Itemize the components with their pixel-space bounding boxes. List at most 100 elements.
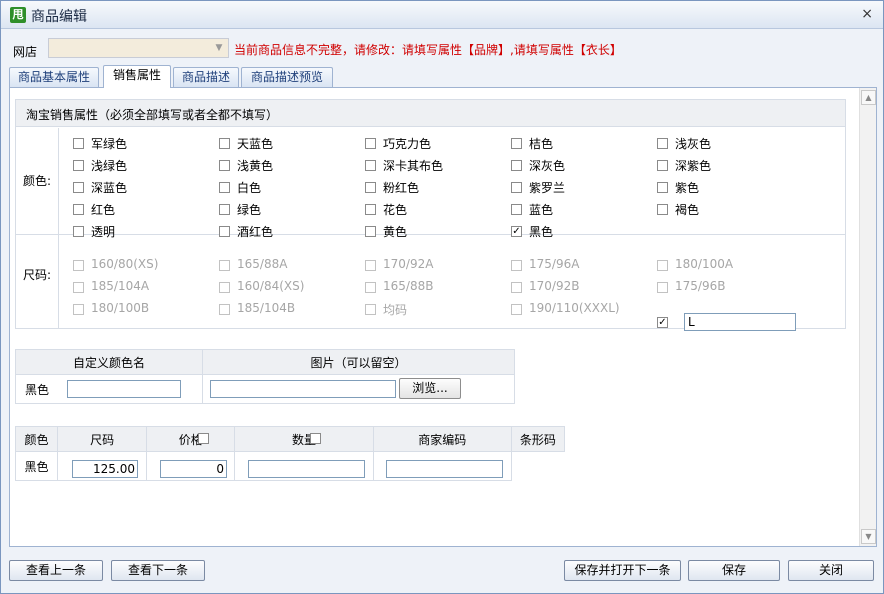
- color-checkbox[interactable]: [511, 182, 522, 193]
- size-option-label: 190/110(XXXL): [529, 301, 620, 315]
- color-checkbox[interactable]: [219, 160, 230, 171]
- app-logo-icon: 甩: [10, 7, 26, 23]
- price-batch-checkbox[interactable]: [198, 433, 209, 444]
- color-checkbox[interactable]: [657, 182, 668, 193]
- shop-select[interactable]: ▼: [48, 38, 229, 58]
- barcode-cell: [510, 451, 565, 481]
- size-checkbox[interactable]: [657, 282, 668, 293]
- merchant-code-input[interactable]: [248, 460, 365, 478]
- tab-basic-attrs[interactable]: 商品基本属性: [9, 67, 99, 87]
- quantity-batch-checkbox[interactable]: [310, 433, 321, 444]
- color-checkbox[interactable]: [219, 138, 230, 149]
- size-option-label: 185/104A: [91, 279, 150, 293]
- size-checkbox[interactable]: [73, 282, 84, 293]
- size-option-label: 180/100A: [675, 257, 734, 271]
- color-checkbox[interactable]: [365, 138, 376, 149]
- color-checkbox[interactable]: [511, 160, 522, 171]
- size-checkbox[interactable]: [365, 282, 376, 293]
- color-checkbox[interactable]: ✓: [511, 226, 522, 237]
- color-checkbox[interactable]: [219, 204, 230, 215]
- color-option-label: 军绿色: [91, 137, 128, 151]
- size-checkbox[interactable]: [219, 260, 230, 271]
- save-open-next-button[interactable]: 保存并打开下一条: [564, 560, 681, 581]
- color-checkbox[interactable]: [365, 160, 376, 171]
- size-option-label: 165/88B: [383, 279, 434, 293]
- scroll-up-icon[interactable]: ▲: [861, 90, 876, 105]
- browse-button[interactable]: 浏览...: [399, 378, 461, 399]
- color-checkbox[interactable]: [511, 204, 522, 215]
- tab-description-preview[interactable]: 商品描述预览: [241, 67, 333, 87]
- color-option-label: 天蓝色: [237, 137, 274, 151]
- color-option-label: 桔色: [529, 137, 554, 151]
- color-checkbox[interactable]: [73, 204, 84, 215]
- sales-attrs-header: 淘宝销售属性（必须全部填写或者全都不填写）: [16, 100, 845, 127]
- size-checkbox[interactable]: [365, 304, 376, 315]
- tab-description[interactable]: 商品描述: [173, 67, 239, 87]
- size-option-label: 180/100B: [91, 301, 150, 315]
- color-checkbox[interactable]: [365, 226, 376, 237]
- color-checkbox[interactable]: [73, 182, 84, 193]
- size-checkbox[interactable]: [219, 304, 230, 315]
- color-option-label: 紫色: [675, 181, 700, 195]
- price-input[interactable]: 125.00: [72, 460, 138, 478]
- size-option-label: 165/88A: [237, 257, 288, 271]
- taobao-sales-attrs: 淘宝销售属性（必须全部填写或者全都不填写） 颜色: 尺码: 军绿色 天蓝色 巧克力色…: [15, 99, 846, 331]
- size-checkbox[interactable]: [73, 304, 84, 315]
- color-option-label: 浅黄色: [237, 159, 274, 173]
- custom-color-name-input[interactable]: [67, 380, 181, 398]
- size-checkbox[interactable]: [511, 304, 522, 315]
- color-checkbox[interactable]: [657, 160, 668, 171]
- shop-label: 网店: [13, 45, 38, 59]
- size-checkbox[interactable]: [657, 260, 668, 271]
- vertical-scrollbar[interactable]: ▲ ▼: [859, 88, 876, 546]
- size-checkbox[interactable]: [511, 260, 522, 271]
- color-option-label: 浅绿色: [91, 159, 128, 173]
- size-checkbox[interactable]: [511, 282, 522, 293]
- size-option-label: 175/96A: [529, 257, 580, 271]
- color-option-label: 粉红色: [383, 181, 420, 195]
- color-checkbox[interactable]: [657, 138, 668, 149]
- size-checkbox[interactable]: [219, 282, 230, 293]
- color-checkbox[interactable]: [73, 226, 84, 237]
- color-option-label: 白色: [237, 181, 262, 195]
- scroll-down-icon[interactable]: ▼: [861, 529, 876, 544]
- color-option-label: 蓝色: [529, 203, 554, 217]
- color-checkbox[interactable]: [365, 182, 376, 193]
- size-option-label: 170/92A: [383, 257, 434, 271]
- color-checkbox[interactable]: [219, 226, 230, 237]
- size-option-label: 185/104B: [237, 301, 296, 315]
- next-button[interactable]: 查看下一条: [111, 560, 205, 581]
- prev-button[interactable]: 查看上一条: [9, 560, 103, 581]
- save-button[interactable]: 保存: [688, 560, 780, 581]
- tab-sales-attrs[interactable]: 销售属性: [103, 65, 171, 88]
- color-option-label: 酒红色: [237, 225, 274, 239]
- barcode-input[interactable]: [386, 460, 503, 478]
- color-checkbox[interactable]: [219, 182, 230, 193]
- window-title: 商品编辑: [31, 9, 87, 25]
- color-checkbox[interactable]: [73, 160, 84, 171]
- color-option-label: 黑色: [529, 225, 554, 239]
- color-option-label: 紫罗兰: [529, 181, 566, 195]
- col-custom-color-name: 自定义颜色名: [15, 349, 203, 375]
- image-path-input[interactable]: [210, 380, 396, 398]
- quantity-input[interactable]: 0: [160, 460, 227, 478]
- color-option-label: 黄色: [383, 225, 408, 239]
- custom-size-input[interactable]: L: [684, 313, 796, 331]
- color-checkbox[interactable]: [365, 204, 376, 215]
- color-checkbox[interactable]: [657, 204, 668, 215]
- color-option-label: 巧克力色: [383, 137, 432, 151]
- color-checkbox[interactable]: [511, 138, 522, 149]
- color-option-label: 褐色: [675, 203, 700, 217]
- custom-size-checkbox[interactable]: ✓: [657, 317, 668, 328]
- size-option-label: 170/92B: [529, 279, 580, 293]
- size-option-label: 175/96B: [675, 279, 726, 293]
- color-checkbox[interactable]: [73, 138, 84, 149]
- size-checkbox[interactable]: [365, 260, 376, 271]
- chevron-down-icon[interactable]: ▼: [212, 41, 226, 55]
- close-icon[interactable]: ×: [861, 6, 873, 22]
- color-option-label: 透明: [91, 225, 116, 239]
- color-option-label: 深紫色: [675, 159, 712, 173]
- size-checkbox[interactable]: [73, 260, 84, 271]
- color-row-label: 颜色:: [16, 128, 59, 234]
- close-button[interactable]: 关闭: [788, 560, 874, 581]
